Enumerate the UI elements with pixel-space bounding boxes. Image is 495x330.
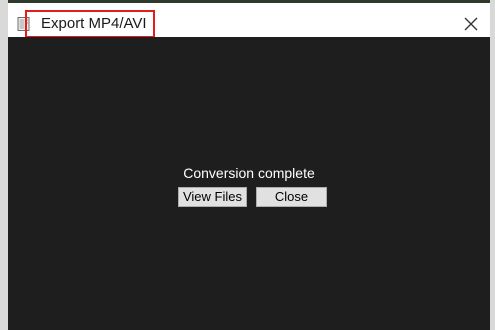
export-window: Export MP4/AVI Conversion complete View … bbox=[8, 0, 490, 330]
dialog-content: Conversion complete View Files Close bbox=[8, 37, 490, 330]
window-title: Export MP4/AVI bbox=[41, 15, 147, 32]
view-files-button[interactable]: View Files bbox=[178, 187, 247, 207]
close-button[interactable]: Close bbox=[256, 187, 327, 207]
status-message: Conversion complete bbox=[183, 165, 315, 181]
title-bar[interactable]: Export MP4/AVI bbox=[8, 3, 490, 38]
close-icon[interactable] bbox=[460, 13, 482, 35]
